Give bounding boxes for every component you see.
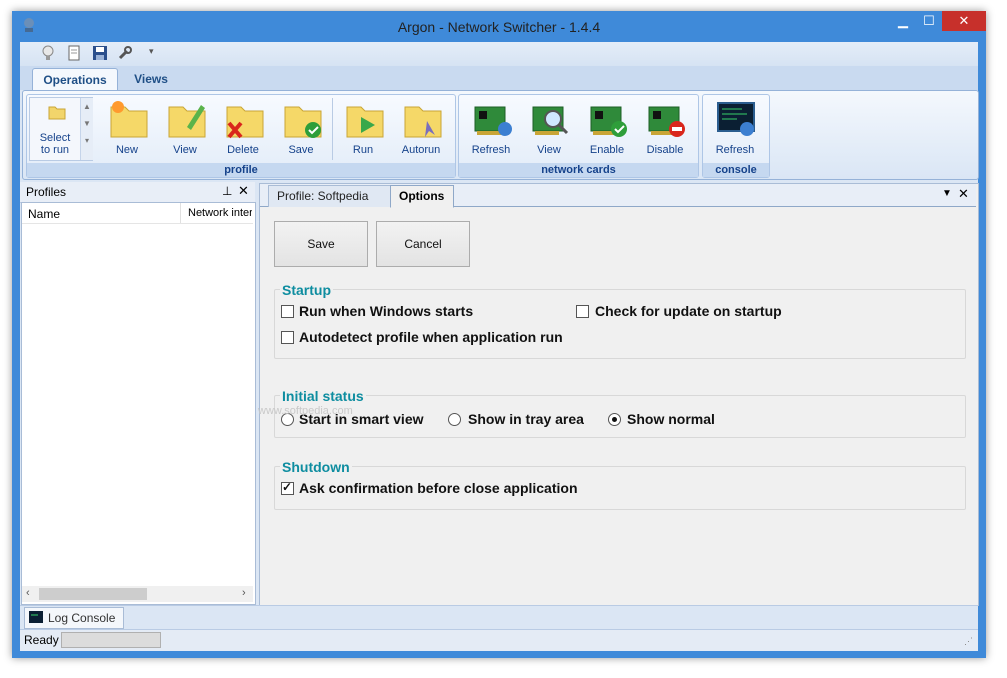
profiles-list-header: Name Network interf	[22, 203, 253, 224]
network-card-enable-icon	[589, 99, 627, 139]
minimize-button[interactable]: ▁	[890, 11, 916, 31]
network-card-search-icon	[531, 99, 569, 139]
select-to-run-label: Select to run	[39, 132, 71, 156]
network-card-refresh-icon	[473, 99, 512, 139]
status-bar: Ready ⋰	[20, 629, 978, 651]
delete-profile-button[interactable]: Delete	[215, 97, 271, 159]
autodetect-checkbox[interactable]	[281, 331, 294, 344]
initial-status-legend: Initial status	[280, 388, 366, 404]
resize-grip-icon[interactable]: ⋰	[964, 636, 973, 647]
run-profile-button[interactable]: Run	[335, 97, 391, 159]
group-separator	[332, 98, 333, 160]
shutdown-legend: Shutdown	[280, 459, 352, 475]
save-folder-icon	[283, 99, 322, 139]
status-progress-box	[61, 632, 161, 648]
tray-area-radio[interactable]	[448, 413, 461, 426]
run-windows-checkbox[interactable]	[281, 305, 294, 318]
autorun-folder-icon	[403, 99, 442, 139]
view-profile-button[interactable]: View	[157, 97, 213, 159]
column-name[interactable]: Name	[28, 207, 180, 221]
gallery-scroll[interactable]: ▲ ▼ ▾	[80, 98, 93, 160]
save-button[interactable]: Save	[274, 221, 368, 267]
tray-area-label[interactable]: Show in tray area	[468, 411, 584, 427]
select-to-run-gallery[interactable]: Select to run ▲ ▼ ▾	[29, 97, 93, 161]
delete-folder-icon	[225, 99, 264, 139]
tab-list-dropdown-icon[interactable]: ▼	[942, 188, 952, 199]
autorun-profile-button[interactable]: Autorun	[393, 97, 449, 159]
tab-profile-softpedia[interactable]: Profile: Softpedia	[268, 185, 394, 207]
scroll-right-icon[interactable]: ›	[242, 587, 246, 599]
pin-icon[interactable]: ⊥	[222, 184, 232, 198]
disable-card-button[interactable]: Disable	[637, 97, 693, 159]
quick-access-toolbar	[20, 42, 978, 66]
check-update-label[interactable]: Check for update on startup	[595, 303, 782, 319]
console-refresh-icon	[717, 99, 755, 139]
run-windows-label[interactable]: Run when Windows starts	[299, 303, 473, 319]
log-console-tab[interactable]: Log Console	[24, 607, 124, 629]
horizontal-scrollbar[interactable]: ‹ ›	[22, 586, 253, 602]
wrench-icon[interactable]	[117, 45, 133, 61]
folder-icon	[48, 104, 66, 120]
view-cards-button[interactable]: View	[521, 97, 577, 159]
column-network-interface[interactable]: Network interf	[188, 207, 252, 219]
profiles-panel-header: Profiles ⊥ ✕	[20, 182, 255, 203]
refresh-cards-button[interactable]: Refresh	[463, 97, 519, 159]
check-update-checkbox[interactable]	[576, 305, 589, 318]
cancel-button[interactable]: Cancel	[376, 221, 470, 267]
profiles-list[interactable]	[21, 202, 256, 605]
edit-folder-icon	[167, 99, 206, 139]
profiles-panel-title: Profiles	[26, 185, 67, 199]
lightbulb-icon[interactable]	[40, 45, 56, 61]
close-button[interactable]: ✕	[942, 11, 986, 31]
maximize-button[interactable]: ☐	[916, 11, 942, 31]
ask-confirmation-checkbox[interactable]	[281, 480, 294, 495]
new-folder-icon	[109, 99, 148, 139]
log-console-bar	[20, 605, 978, 630]
new-document-icon[interactable]	[66, 45, 82, 61]
save-disk-icon[interactable]	[92, 45, 108, 61]
ask-confirmation-label[interactable]: Ask confirmation before close applicatio…	[299, 480, 578, 496]
status-text: Ready	[24, 633, 59, 647]
close-panel-icon[interactable]: ✕	[238, 183, 249, 199]
scroll-thumb[interactable]	[39, 588, 147, 600]
window-title: Argon - Network Switcher - 1.4.4	[397, 19, 601, 35]
tab-operations[interactable]: Operations	[32, 68, 118, 91]
refresh-console-button[interactable]: Refresh	[707, 97, 763, 159]
startup-legend: Startup	[280, 282, 333, 298]
network-card-disable-icon	[647, 99, 685, 139]
console-icon	[29, 611, 43, 623]
qat-customize-icon[interactable]: ▾	[149, 46, 154, 57]
watermark: www.softpedia.com	[258, 405, 353, 417]
column-divider	[180, 203, 181, 223]
console-group-label: console	[703, 163, 769, 177]
title-bar[interactable]: Argon - Network Switcher - 1.4.4 ▁ ☐ ✕	[12, 11, 986, 42]
run-folder-icon	[345, 99, 384, 139]
log-console-label: Log Console	[48, 611, 116, 625]
network-cards-group-label: network cards	[459, 163, 698, 177]
show-normal-label[interactable]: Show normal	[627, 411, 715, 427]
new-profile-button[interactable]: New	[99, 97, 155, 159]
show-normal-radio[interactable]	[608, 413, 621, 426]
enable-card-button[interactable]: Enable	[579, 97, 635, 159]
close-document-icon[interactable]: ✕	[958, 186, 969, 202]
scroll-left-icon[interactable]: ‹	[26, 587, 30, 599]
tab-views[interactable]: Views	[124, 68, 178, 90]
tab-options[interactable]: Options	[390, 185, 454, 208]
profile-group-label: profile	[27, 163, 455, 177]
save-profile-button[interactable]: Save	[273, 97, 329, 159]
autodetect-label[interactable]: Autodetect profile when application run	[299, 329, 563, 345]
startup-groupbox	[274, 289, 966, 359]
